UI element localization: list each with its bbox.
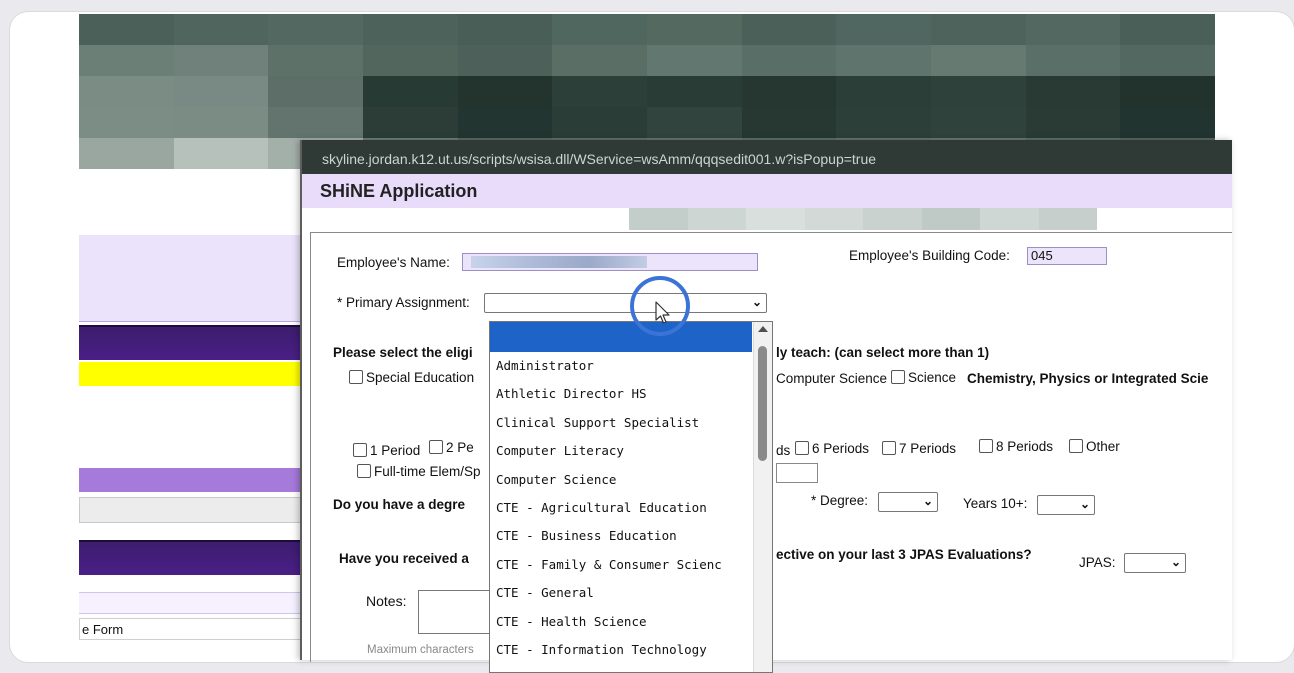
left-page-section-bar bbox=[79, 468, 303, 492]
jpas-label: JPAS: bbox=[1079, 555, 1116, 570]
left-page-row bbox=[79, 592, 303, 614]
special-education-option[interactable]: Special Education bbox=[349, 370, 474, 385]
computer-science-label: Computer Science bbox=[776, 371, 888, 386]
chevron-down-icon: ⌄ bbox=[1079, 497, 1090, 511]
fulltime-option[interactable]: Full-time Elem/Sp bbox=[357, 464, 481, 479]
dropdown-option[interactable]: Clinical Support Specialist bbox=[490, 409, 752, 437]
dropdown-option[interactable]: Computer Science bbox=[490, 466, 752, 494]
notes-textarea[interactable] bbox=[418, 590, 490, 634]
periods-fragment: ds bbox=[776, 443, 791, 458]
other-checkbox[interactable] bbox=[1069, 439, 1083, 453]
primary-assignment-select[interactable]: ⌄ bbox=[484, 293, 767, 313]
dropdown-option[interactable]: CTE - Health Science bbox=[490, 608, 752, 636]
dropdown-option[interactable]: CTE - Agricultural Education bbox=[490, 494, 752, 522]
primary-assignment-dropdown[interactable]: Administrator Athletic Director HS Clini… bbox=[489, 321, 773, 673]
dropdown-option[interactable]: Administrator bbox=[490, 352, 752, 380]
period-1-checkbox[interactable] bbox=[353, 443, 367, 457]
period-7-option[interactable]: 7 Periods bbox=[882, 441, 956, 456]
scrollbar-thumb[interactable] bbox=[758, 346, 767, 461]
chevron-down-icon: ⌄ bbox=[922, 494, 933, 508]
max-characters-hint: Maximum characters bbox=[367, 644, 474, 656]
years-label: Years 10+: bbox=[963, 496, 1028, 511]
notes-label: Notes: bbox=[366, 593, 407, 609]
building-code-label: Employee's Building Code: bbox=[849, 248, 1010, 263]
dropdown-option-blank[interactable] bbox=[490, 322, 752, 352]
period-1-option[interactable]: 1 Period bbox=[353, 443, 420, 458]
years-select[interactable]: ⌄ bbox=[1037, 495, 1095, 515]
science-option[interactable]: Science bbox=[891, 370, 956, 385]
left-page-panel bbox=[79, 235, 303, 322]
left-page-header-bar bbox=[79, 325, 303, 360]
dropdown-scrollbar[interactable] bbox=[753, 322, 772, 672]
left-page-form-link[interactable]: e Form bbox=[79, 618, 303, 640]
period-2-option[interactable]: 2 Pe bbox=[429, 440, 474, 455]
popup-title: SHiNE Application bbox=[302, 174, 1232, 208]
mouse-cursor-icon bbox=[655, 301, 670, 324]
jpas-question-end: ective on your last 3 JPAS Evaluations? bbox=[776, 547, 1032, 562]
science-detail: Chemistry, Physics or Integrated Scie bbox=[967, 371, 1209, 386]
jpas-select[interactable]: ⌄ bbox=[1124, 553, 1186, 573]
chevron-down-icon: ⌄ bbox=[751, 295, 762, 309]
received-question: Have you received a bbox=[339, 551, 469, 566]
period-2-checkbox[interactable] bbox=[429, 440, 443, 454]
employee-name-label: Employee's Name: bbox=[337, 255, 450, 270]
eligible-prompt-start: Please select the eligi bbox=[333, 345, 473, 360]
dropdown-option[interactable]: CTE - Family & Consumer Scienc bbox=[490, 551, 752, 579]
building-code-field[interactable]: 045 bbox=[1027, 247, 1107, 265]
other-option[interactable]: Other bbox=[1069, 439, 1120, 454]
left-page-input-row bbox=[79, 497, 305, 523]
degree-select[interactable]: ⌄ bbox=[878, 492, 938, 512]
period-8-checkbox[interactable] bbox=[979, 439, 993, 453]
period-7-checkbox[interactable] bbox=[882, 441, 896, 455]
special-education-checkbox[interactable] bbox=[349, 370, 363, 384]
dropdown-option[interactable]: CTE - Information Technology bbox=[490, 636, 752, 664]
chevron-down-icon: ⌄ bbox=[1170, 555, 1181, 569]
dropdown-option[interactable]: CTE - General bbox=[490, 579, 752, 607]
redacted-name bbox=[471, 256, 647, 268]
dropdown-option[interactable]: Athletic Director HS bbox=[490, 380, 752, 408]
period-8-option[interactable]: 8 Periods bbox=[979, 439, 1053, 454]
other-text-field[interactable] bbox=[776, 463, 818, 483]
period-6-checkbox[interactable] bbox=[795, 441, 809, 455]
fulltime-checkbox[interactable] bbox=[357, 464, 371, 478]
eligible-prompt-end: ly teach: (can select more than 1) bbox=[776, 345, 990, 360]
degree-question: Do you have a degre bbox=[333, 497, 466, 512]
left-page-highlight-bar bbox=[79, 362, 303, 386]
primary-assignment-label: * Primary Assignment: bbox=[337, 295, 470, 310]
scroll-up-arrow-icon[interactable] bbox=[758, 326, 768, 332]
blurred-region bbox=[629, 208, 1097, 230]
dropdown-option[interactable]: CTE - Business Education bbox=[490, 522, 752, 550]
employee-name-field[interactable] bbox=[462, 253, 758, 271]
science-checkbox[interactable] bbox=[891, 370, 905, 384]
period-6-option[interactable]: 6 Periods bbox=[795, 441, 869, 456]
left-page-header-bar-2 bbox=[79, 540, 303, 575]
dropdown-option[interactable]: Computer Literacy bbox=[490, 437, 752, 465]
degree-label: * Degree: bbox=[811, 493, 869, 508]
popup-url-bar: skyline.jordan.k12.ut.us/scripts/wsisa.d… bbox=[302, 140, 1232, 174]
